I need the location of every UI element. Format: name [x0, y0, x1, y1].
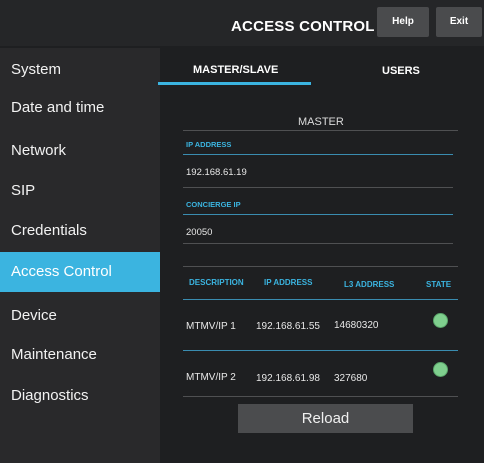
row-ip-address: 192.168.61.55	[256, 321, 320, 332]
exit-button[interactable]: Exit	[436, 7, 482, 37]
sidebar-item-system[interactable]: System	[0, 50, 160, 90]
divider	[183, 130, 458, 131]
column-header-ip-address: IP ADDRESS	[264, 278, 313, 287]
sidebar-item-credentials[interactable]: Credentials	[0, 211, 160, 251]
row-description: MTMV/IP 1	[186, 321, 236, 332]
ip-address-label: IP ADDRESS	[186, 140, 232, 149]
sidebar-item-device[interactable]: Device	[0, 296, 160, 336]
sidebar-item-date-and-time[interactable]: Date and time	[0, 88, 160, 128]
row-divider	[183, 350, 458, 351]
column-header-state: STATE	[426, 280, 452, 289]
divider	[183, 187, 453, 188]
table-top-rule	[183, 266, 458, 267]
row-l3-address: 327680	[334, 373, 368, 384]
help-button[interactable]: Help	[377, 7, 429, 37]
sidebar-item-access-control[interactable]: Access Control	[0, 252, 160, 292]
active-tab-indicator	[158, 82, 311, 85]
sidebar-item-sip[interactable]: SIP	[0, 171, 160, 211]
divider	[183, 243, 453, 244]
column-header-l3-address: L3 ADDRESS	[344, 280, 395, 289]
state-indicator-icon	[433, 362, 448, 377]
state-indicator-icon	[433, 313, 448, 328]
row-description: MTMV/IP 2	[186, 372, 236, 383]
ip-address-underline	[183, 154, 453, 155]
row-l3-address: 14680320	[334, 320, 379, 331]
tab-master-slave[interactable]: MASTER/SLAVE	[193, 64, 278, 76]
concierge-ip-underline	[183, 214, 453, 215]
main-panel	[160, 48, 484, 463]
concierge-ip-label: CONCIERGE IP	[186, 200, 241, 209]
ip-address-field[interactable]: 192.168.61.19	[186, 167, 247, 178]
sidebar-item-diagnostics[interactable]: Diagnostics	[0, 376, 160, 416]
tab-users[interactable]: USERS	[382, 65, 420, 77]
reload-button[interactable]: Reload	[238, 404, 413, 433]
column-header-description: DESCRIPTION	[189, 278, 244, 287]
page-title: ACCESS CONTROL	[231, 18, 375, 35]
table-header-rule	[183, 299, 458, 300]
row-ip-address: 192.168.61.98	[256, 373, 320, 384]
sidebar-item-maintenance[interactable]: Maintenance	[0, 335, 160, 375]
concierge-ip-field[interactable]: 20050	[186, 227, 212, 238]
sidebar-item-network[interactable]: Network	[0, 131, 160, 171]
master-section-title: MASTER	[298, 116, 344, 128]
table-bottom-rule	[183, 396, 458, 397]
